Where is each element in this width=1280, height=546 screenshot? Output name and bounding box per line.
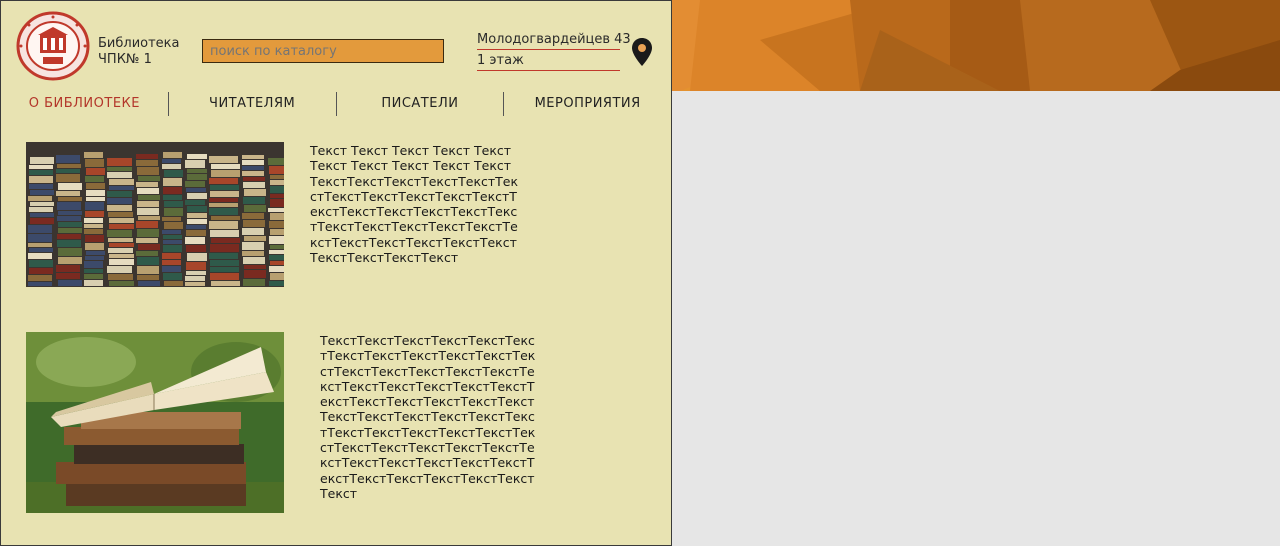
- nav-item-writers[interactable]: Писатели: [337, 92, 505, 116]
- article-text-2: ТекстТекстТекстТекстТекстТекстТекстТекст…: [320, 333, 536, 501]
- library-name-line2: ЧПК№ 1: [98, 52, 152, 67]
- library-name-line1: Библиотека: [98, 36, 180, 51]
- site-header: Библиотека ЧПК№ 1 Молодогвардейцев 43 1 …: [1, 1, 671, 92]
- page-container: Библиотека ЧПК№ 1 Молодогвардейцев 43 1 …: [0, 0, 672, 546]
- article-text-1: Текст Текст Текст Текст Текст Текст Текс…: [310, 143, 519, 266]
- main-nav: О библиотеке Читателям Писатели Мероприя…: [1, 92, 671, 116]
- address-street: Молодогвардейцев 43: [477, 32, 631, 50]
- nav-item-readers[interactable]: Читателям: [169, 92, 337, 116]
- nav-item-events[interactable]: Мероприятия: [504, 92, 671, 116]
- college-logo[interactable]: [15, 11, 91, 81]
- open-book-image: [26, 332, 284, 513]
- map-pin-icon[interactable]: [631, 37, 653, 67]
- nav-item-about-library[interactable]: О библиотеке: [1, 92, 169, 116]
- library-name: Библиотека ЧПК№ 1: [98, 36, 180, 68]
- stacked-books-image: [26, 142, 284, 287]
- address-floor: 1 этаж: [477, 53, 620, 71]
- catalog-search-input[interactable]: [202, 39, 444, 63]
